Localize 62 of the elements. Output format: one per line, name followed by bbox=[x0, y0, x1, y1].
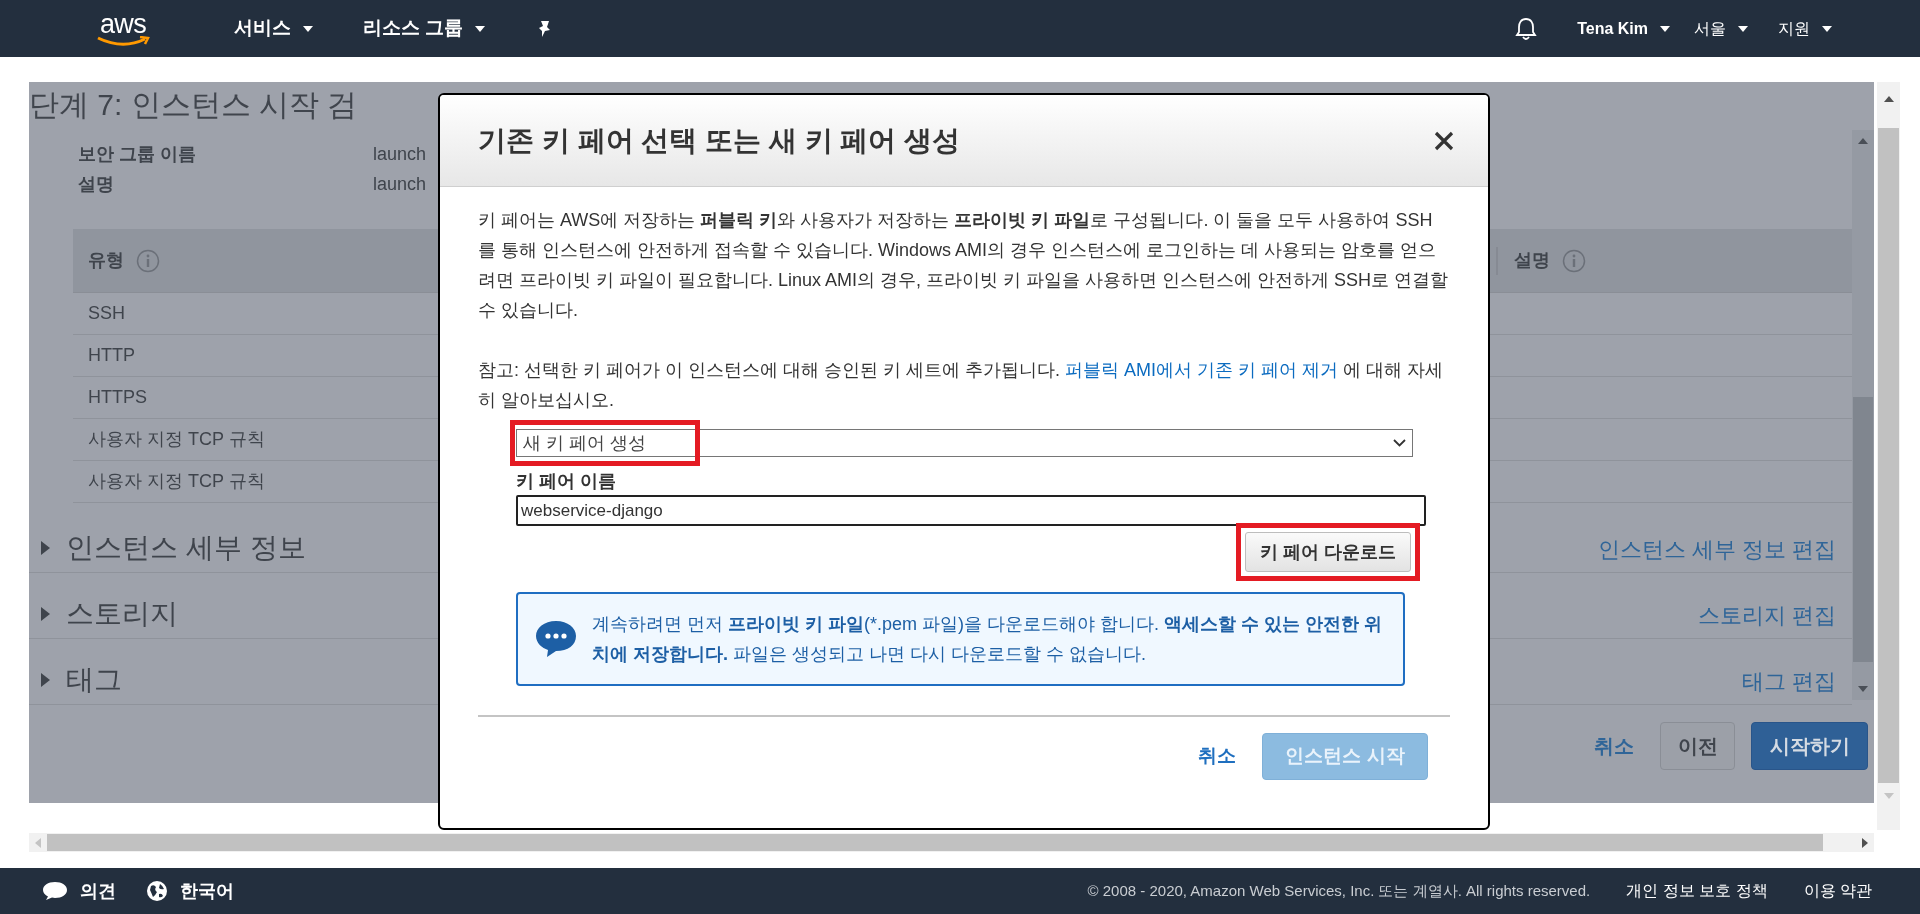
privacy-link[interactable]: 개인 정보 보호 정책 bbox=[1626, 879, 1768, 903]
page-title: 단계 7: 인스턴스 시작 검 bbox=[29, 87, 358, 123]
field-label: 보안 그룹 이름 bbox=[78, 143, 197, 166]
bell-icon[interactable] bbox=[1515, 16, 1538, 41]
section-toggle[interactable]: 태그 bbox=[41, 662, 122, 698]
column-header: 유형 bbox=[88, 249, 124, 272]
nav-menu[interactable]: 리소스 그룹 bbox=[363, 14, 486, 43]
caret-icon bbox=[1738, 25, 1748, 32]
scroll-down-icon[interactable] bbox=[1883, 793, 1894, 799]
info-text: 계속하려면 먼저 프라이빗 키 파일(*.pem 파일)을 다운로드해야 합니다. 액세스할 수 있는 안전한 위치에 저장합니다. 파일은 생성되고 나면 다시 다운로드할 수 없습니다. bbox=[592, 613, 1384, 666]
column-header: 설명 bbox=[1514, 249, 1550, 272]
scroll-up-icon[interactable] bbox=[1858, 138, 1868, 144]
language-button[interactable]: 한국어 bbox=[146, 877, 234, 905]
caret-icon bbox=[303, 25, 313, 32]
globe-icon bbox=[146, 880, 168, 902]
caret-icon bbox=[1660, 25, 1670, 32]
scroll-left-icon[interactable] bbox=[35, 837, 41, 848]
triangle-icon bbox=[41, 673, 50, 687]
info-icon bbox=[1562, 248, 1586, 273]
launch-button[interactable]: 시작하기 bbox=[1751, 722, 1868, 770]
table-cell-text: SSH bbox=[88, 302, 125, 325]
scroll-right-icon[interactable] bbox=[1862, 837, 1868, 848]
key-name-label: 키 페어 이름 bbox=[516, 470, 617, 493]
aws-logo[interactable]: aws bbox=[92, 11, 154, 46]
dialog-title: 기존 키 페어 선택 또는 새 키 페어 생성 bbox=[478, 123, 961, 158]
key-name-input[interactable]: webservice-django bbox=[516, 495, 1426, 526]
scroll-up-icon[interactable] bbox=[1883, 96, 1894, 102]
chat-bubble-icon bbox=[534, 619, 578, 659]
field-value: launch bbox=[373, 143, 427, 166]
learn-more-link[interactable]: 퍼블릭 AMI에서 기존 키 페어 제거 bbox=[1065, 360, 1339, 380]
triangle-icon bbox=[41, 607, 50, 621]
close-icon bbox=[1434, 130, 1454, 151]
section-toggle[interactable]: 스토리지 bbox=[41, 596, 178, 632]
table-cell-text: 사용자 지정 TCP 규칙 bbox=[88, 428, 265, 451]
terms-link[interactable]: 이용 약관 bbox=[1803, 879, 1872, 903]
dialog-cancel-link[interactable]: 취소 bbox=[1190, 742, 1244, 771]
scroll-thumb[interactable] bbox=[1853, 397, 1873, 662]
caret-icon bbox=[475, 25, 486, 32]
field-value: launch bbox=[373, 173, 427, 196]
caret-icon bbox=[1822, 25, 1832, 32]
download-key-button[interactable]: 키 페어 다운로드 bbox=[1245, 532, 1411, 572]
info-icon bbox=[136, 248, 160, 273]
copyright-text: © 2008 - 2020, Amazon Web Services, Inc. 또는 계열사. All rights reserved. bbox=[1087, 880, 1591, 901]
region-menu[interactable]: 서울 bbox=[1694, 16, 1748, 41]
table-cell-text: HTTP bbox=[88, 344, 135, 367]
user-menu[interactable]: Tena Kim bbox=[1577, 16, 1670, 41]
scroll-down-icon[interactable] bbox=[1858, 686, 1868, 692]
smile-arrow-icon bbox=[95, 35, 151, 46]
previous-button[interactable]: 이전 bbox=[1660, 722, 1735, 770]
table-cell-text: 사용자 지정 TCP 규칙 bbox=[88, 470, 265, 493]
scroll-thumb[interactable] bbox=[1878, 128, 1899, 783]
intro-paragraph: 키 페어는 AWS에 저장하는 퍼블릭 키와 사용자가 저장하는 프라이빗 키 파일로 구성됩니다. 이 둘을 모두 사용하여 SSH를 통해 인스턴스에 안전하게 접속할 수 있습니다. Windows AMI의 경우 인스턴스에 로그인하는 데 사용되는 암호를 얻으려면 프라이빗 키 파일이 필요합니다. Linux AMI의 경우, 프라이빗 키 파일을 사용하면 인스턴스에 안전하게 SSH로 연결할 수 있습니다. bbox=[478, 209, 1450, 322]
support-menu[interactable]: 지원 bbox=[1778, 16, 1832, 41]
table-cell-text: HTTPS bbox=[88, 386, 147, 409]
nav-menu[interactable]: 서비스 bbox=[234, 14, 313, 43]
section-toggle[interactable]: 인스턴스 세부 정보 bbox=[41, 530, 306, 566]
feedback-button[interactable]: 의견 bbox=[42, 877, 116, 905]
triangle-icon bbox=[41, 541, 50, 555]
field-label: 설명 bbox=[78, 173, 115, 196]
chevron-down-icon bbox=[1393, 439, 1406, 447]
note-paragraph: 참고: 선택한 키 페어가 이 인스턴스에 대해 승인된 키 세트에 추가됩니다. 퍼블릭 AMI에서 기존 키 페어 제거 에 대해 자세히 알아보십시오. bbox=[478, 359, 1445, 412]
speech-bubble-icon bbox=[42, 881, 68, 901]
